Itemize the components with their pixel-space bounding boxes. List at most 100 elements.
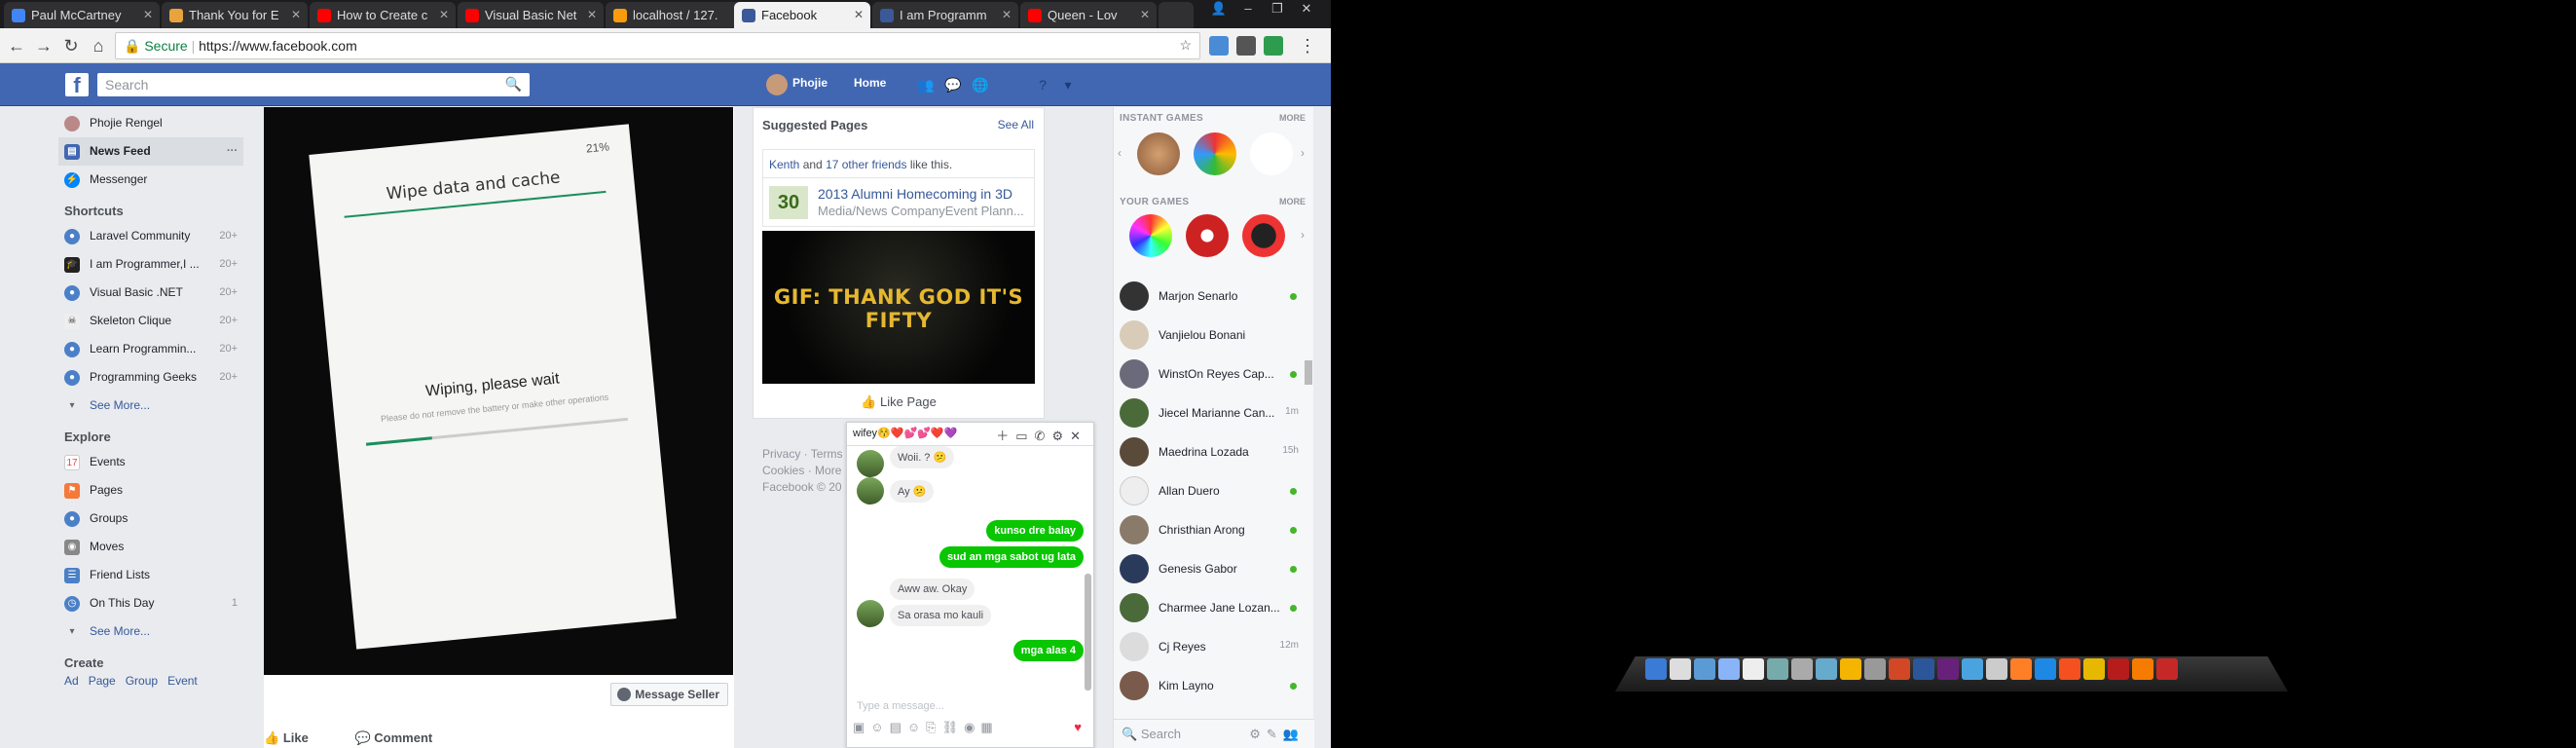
close-icon[interactable]: ✕ bbox=[291, 8, 301, 21]
chevron-right-icon[interactable]: › bbox=[1301, 146, 1305, 160]
dock-app-icon[interactable] bbox=[2059, 658, 2080, 680]
profile-link[interactable]: Phojie Rengel bbox=[58, 109, 243, 137]
dock-app-icon[interactable] bbox=[2083, 658, 2105, 680]
comment-button[interactable]: 💬 Comment bbox=[354, 730, 454, 745]
message-seller-button[interactable]: Message Seller bbox=[610, 683, 728, 706]
create-ad-link[interactable]: Ad bbox=[64, 674, 79, 688]
add-icon[interactable]: ＋ bbox=[996, 429, 1015, 443]
sidebar-item-pages[interactable]: ⚑ Pages bbox=[58, 476, 243, 505]
tab-visual-basic[interactable]: Visual Basic Net ✕ bbox=[458, 2, 604, 28]
sidebar-item-shortcut[interactable]: ● Programming Geeks 20+ bbox=[58, 363, 243, 392]
sidebar-item-shortcut[interactable]: ● Learn Programmin... 20+ bbox=[58, 335, 243, 363]
more-options-icon[interactable]: ··· bbox=[227, 137, 238, 166]
tab-i-am-programmer[interactable]: I am Programm ✕ bbox=[872, 2, 1018, 28]
facebook-search-input[interactable]: Search 🔍 bbox=[97, 73, 530, 96]
gear-icon[interactable]: ⚙ bbox=[1249, 727, 1267, 741]
facebook-logo[interactable]: f bbox=[65, 73, 89, 97]
create-page-link[interactable]: Page bbox=[89, 674, 116, 688]
minimize-icon[interactable]: ‒ bbox=[1236, 0, 1260, 19]
see-more-shortcuts[interactable]: ▾ See More... bbox=[58, 392, 243, 420]
sidebar-item-messenger[interactable]: ⚡ Messenger bbox=[58, 166, 243, 194]
chat-header[interactable]: wifey😚❤️💕💕❤️💜 ＋▭✆⚙✕ bbox=[847, 423, 1093, 446]
contact-item[interactable]: Charmee Jane Lozan... bbox=[1120, 591, 1310, 624]
chat-message-input[interactable]: Type a message... bbox=[857, 700, 944, 712]
friend-requests-icon[interactable]: 👥 bbox=[915, 74, 937, 95]
dock-app-icon[interactable] bbox=[1864, 658, 1886, 680]
gif-icon[interactable]: ▤ bbox=[890, 720, 907, 734]
more-link[interactable]: MORE bbox=[1279, 113, 1306, 123]
sidebar-item-shortcut[interactable]: ☠ Skeleton Clique 20+ bbox=[58, 307, 243, 335]
sidebar-scrollbar[interactable] bbox=[1305, 360, 1312, 385]
contact-item[interactable]: Maedrina Lozada 15h bbox=[1120, 435, 1310, 468]
contact-item[interactable]: WinstOn Reyes Cap... bbox=[1120, 357, 1310, 391]
see-all-link[interactable]: See All bbox=[998, 118, 1034, 131]
dock-app-icon[interactable] bbox=[1718, 658, 1740, 680]
dock-app-icon[interactable] bbox=[1889, 658, 1910, 680]
dock-app-icon[interactable] bbox=[1670, 658, 1691, 680]
back-icon[interactable]: ← bbox=[6, 35, 27, 56]
close-window-icon[interactable]: ✕ bbox=[1295, 0, 1318, 19]
green-extension-icon[interactable] bbox=[1264, 36, 1283, 56]
dock-app-icon[interactable] bbox=[2035, 658, 2056, 680]
phone-icon[interactable]: ✆ bbox=[1035, 429, 1052, 443]
chevron-right-icon[interactable]: › bbox=[1301, 228, 1305, 242]
sidebar-item-news-feed[interactable]: ▤ News Feed ··· bbox=[58, 137, 243, 166]
image-icon[interactable]: ▣ bbox=[853, 720, 870, 734]
contact-item[interactable]: Cj Reyes 12m bbox=[1120, 630, 1310, 663]
more-link[interactable]: MORE bbox=[1279, 197, 1306, 206]
contact-item[interactable]: Genesis Gabor bbox=[1120, 552, 1310, 585]
restore-icon[interactable]: ❐ bbox=[1266, 0, 1289, 19]
menu-icon[interactable]: ⋮ bbox=[1297, 35, 1318, 56]
contact-item[interactable]: Kim Layno bbox=[1120, 669, 1310, 702]
sidebar-item-groups[interactable]: ● Groups bbox=[58, 505, 243, 533]
forward-icon[interactable]: → bbox=[33, 35, 55, 56]
dock-app-icon[interactable] bbox=[2108, 658, 2129, 680]
create-group-link[interactable]: Group bbox=[126, 674, 158, 688]
dock-app-icon[interactable] bbox=[2010, 658, 2032, 680]
new-tab-button[interactable] bbox=[1159, 2, 1194, 28]
dock-app-icon[interactable] bbox=[2132, 658, 2153, 680]
tab-thank-you[interactable]: Thank You for E ✕ bbox=[162, 2, 308, 28]
address-bar[interactable]: 🔒 Secure | https://www.facebook.com ☆ bbox=[115, 32, 1200, 59]
contact-item[interactable]: Vanjielou Bonani bbox=[1120, 318, 1310, 352]
gear-icon[interactable]: ⚙ bbox=[1051, 429, 1070, 443]
emoji-icon[interactable]: ☺ bbox=[907, 720, 926, 734]
game-icon[interactable]: ▦ bbox=[980, 720, 998, 734]
contact-item[interactable]: Marjon Senarlo bbox=[1120, 280, 1310, 313]
close-icon[interactable]: ✕ bbox=[1140, 8, 1150, 21]
group-add-icon[interactable]: 👥 bbox=[1283, 727, 1305, 741]
game-icon[interactable] bbox=[1129, 214, 1172, 257]
tab-how-to-create[interactable]: How to Create c ✕ bbox=[310, 2, 456, 28]
dock-app-icon[interactable] bbox=[1986, 658, 2007, 680]
game-icon[interactable] bbox=[1250, 132, 1293, 175]
dock-app-icon[interactable] bbox=[1962, 658, 1983, 680]
contact-item[interactable]: Christhian Arong bbox=[1120, 513, 1310, 546]
heart-icon[interactable]: ♥ bbox=[1074, 720, 1087, 734]
close-icon[interactable]: ✕ bbox=[1070, 429, 1087, 443]
dock-app-icon[interactable] bbox=[1913, 658, 1934, 680]
close-icon[interactable]: ✕ bbox=[1002, 8, 1012, 21]
chat-search-input[interactable]: 🔍 Search ⚙✎👥 bbox=[1114, 719, 1314, 748]
extension-icon[interactable] bbox=[1209, 36, 1229, 56]
dock-app-icon[interactable] bbox=[1791, 658, 1813, 680]
dock-app-icon[interactable] bbox=[1767, 658, 1788, 680]
sidebar-item-shortcut[interactable]: ● Visual Basic .NET 20+ bbox=[58, 279, 243, 307]
close-icon[interactable]: ✕ bbox=[854, 8, 864, 21]
create-event-link[interactable]: Event bbox=[167, 674, 198, 688]
chat-scrollbar[interactable] bbox=[1085, 574, 1091, 691]
see-more-explore[interactable]: ▾ See More... bbox=[58, 617, 243, 646]
star-icon[interactable]: ☆ bbox=[1179, 37, 1192, 54]
contact-item[interactable]: Allan Duero bbox=[1120, 474, 1310, 507]
page-name[interactable]: 2013 Alumni Homecoming in 3D bbox=[818, 186, 1012, 202]
profile-link[interactable]: Phojie bbox=[792, 76, 828, 90]
close-icon[interactable]: ✕ bbox=[439, 8, 449, 21]
home-link[interactable]: Home bbox=[854, 76, 886, 90]
sidebar-item-friend-lists[interactable]: ☰ Friend Lists bbox=[58, 561, 243, 589]
search-icon[interactable]: 🔍 bbox=[505, 76, 522, 93]
dock-app-icon[interactable] bbox=[1743, 658, 1764, 680]
page-cover-gif[interactable]: GIF: THANK GOD IT'S FIFTY bbox=[762, 231, 1035, 384]
chevron-left-icon[interactable]: ‹ bbox=[1118, 146, 1122, 160]
dock-app-icon[interactable] bbox=[1694, 658, 1715, 680]
suggested-page-item[interactable]: 30 2013 Alumni Homecoming in 3D Media/Ne… bbox=[762, 178, 1035, 227]
tab-localhost[interactable]: localhost / 127.✕ bbox=[606, 2, 752, 28]
